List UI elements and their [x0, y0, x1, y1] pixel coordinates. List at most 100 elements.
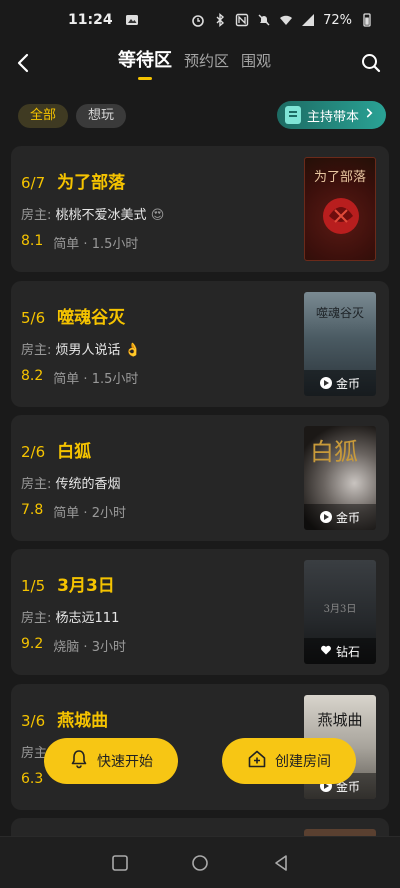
tab-watch[interactable]: 围观: [241, 50, 271, 72]
player-count: 6/7: [21, 174, 46, 192]
player-count: 2/6: [21, 443, 46, 461]
script-cover[interactable]: 白狐 金币: [304, 426, 376, 530]
room-card[interactable]: 6/7 为了部落 房主: 桃桃不爱冰美式 😍 8.1 简单 · 1.5小时 为了…: [11, 146, 389, 272]
quick-start-label: 快速开始: [97, 754, 153, 770]
alarm-icon: [191, 13, 205, 27]
room-card[interactable]: 1/5 3月3日 房主: 杨志远111 9.2 烧脑 · 3小时 3月3日 钻石: [11, 549, 389, 675]
room-card[interactable]: 5/6 噬魂谷灭 房主: 烦男人说话 👌 8.2 简单 · 1.5小时 噬魂谷灭…: [11, 281, 389, 407]
book-icon: [284, 106, 301, 124]
duration: 1.5小时: [91, 237, 139, 252]
script-cover[interactable]: 为了部落: [304, 157, 376, 261]
tab-waiting[interactable]: 等待区: [118, 50, 172, 80]
score: 6.3: [21, 771, 44, 787]
player-count: 3/6: [21, 712, 46, 730]
host-name: 桃桃不爱冰美式: [55, 208, 147, 223]
host-prefix: 房主:: [21, 208, 52, 223]
difficulty: 简单: [53, 506, 80, 521]
difficulty: 简单: [53, 237, 80, 252]
duration: 3小时: [91, 640, 126, 655]
filter-all[interactable]: 全部: [18, 104, 69, 128]
script-meta: 8.2 简单 · 1.5小时: [21, 368, 139, 387]
score: 7.8: [21, 502, 44, 518]
score: 9.2: [21, 636, 44, 652]
recent-apps-icon[interactable]: [110, 853, 130, 873]
create-room-button[interactable]: 创建房间: [222, 738, 356, 784]
home-plus-icon: [247, 749, 267, 773]
room-card[interactable]: [11, 818, 389, 838]
badge-label: 钻石: [335, 644, 360, 659]
create-room-label: 创建房间: [275, 754, 331, 770]
script-name: 燕城曲: [57, 711, 109, 731]
bluetooth-icon: [213, 13, 227, 27]
top-header: 等待区 预约区 围观: [0, 40, 400, 90]
host-name: 传统的香烟: [55, 477, 121, 492]
host-script-label: 主持带本: [306, 109, 359, 125]
quick-start-button[interactable]: 快速开始: [44, 738, 178, 784]
script-meta: 6.3: [21, 771, 43, 787]
duration: 1.5小时: [91, 372, 139, 387]
player-count: 5/6: [21, 309, 46, 327]
host-name: 烦男人说话: [55, 343, 121, 358]
nfc-icon: [235, 13, 249, 27]
host-prefix: 房主:: [21, 477, 52, 492]
chevron-right-icon: [365, 107, 374, 123]
image-notification-icon: [125, 13, 139, 27]
score: 8.2: [21, 368, 44, 384]
status-time: 11:24: [68, 12, 113, 28]
coin-badge: 金币: [304, 370, 376, 396]
battery-icon: [360, 13, 374, 27]
host-line: 房主: 杨志远111: [21, 607, 119, 626]
host-script-button[interactable]: 主持带本: [276, 101, 386, 129]
script-meta: 7.8 简单 · 2小时: [21, 502, 126, 521]
cover-title: 噬魂谷灭: [315, 306, 364, 320]
bell-icon: [69, 749, 89, 773]
script-name: 白狐: [57, 442, 92, 462]
battery-percent: 72%: [323, 12, 352, 28]
cover-title: 燕城曲: [317, 711, 363, 729]
host-prefix: 房主:: [21, 343, 52, 358]
player-count: 1/5: [21, 577, 46, 595]
coin-badge: 金币: [304, 504, 376, 530]
host-emoji: 😍: [150, 208, 165, 223]
signal-icon: [301, 13, 315, 27]
host-name: 杨志远111: [55, 611, 120, 626]
host-line: 房主: 传统的香烟: [21, 473, 121, 492]
script-meta: 9.2 烧脑 · 3小时: [21, 636, 126, 655]
diamond-badge: 钻石: [304, 638, 376, 664]
tab-reserve[interactable]: 预约区: [184, 50, 229, 72]
host-line: 房主: 烦男人说话 👌: [21, 339, 141, 358]
system-nav-bar: [0, 836, 400, 888]
badge-label: 金币: [335, 510, 360, 525]
script-meta: 8.1 简单 · 1.5小时: [21, 233, 139, 252]
status-bar: 11:24 72%: [0, 0, 400, 40]
home-icon[interactable]: [190, 853, 210, 873]
search-icon[interactable]: [360, 52, 382, 74]
host-line: 房主: 桃桃不爱冰美式 😍: [21, 204, 164, 223]
cover-title: 3月3日: [323, 604, 357, 615]
script-cover[interactable]: 噬魂谷灭 金币: [304, 292, 376, 396]
coin-icon: [319, 377, 332, 389]
dragon-emblem-icon: [323, 198, 359, 234]
difficulty: 简单: [53, 372, 80, 387]
coin-icon: [319, 511, 332, 523]
back-icon[interactable]: [14, 52, 34, 74]
badge-label: 金币: [335, 376, 360, 391]
cover-title: 白狐: [310, 438, 358, 466]
filter-chips: 全部 想玩: [18, 104, 127, 128]
back-nav-icon[interactable]: [271, 853, 291, 873]
heart-icon: [320, 644, 332, 659]
duration: 2小时: [91, 506, 126, 521]
score: 8.1: [21, 233, 44, 249]
wifi-icon: [279, 13, 293, 27]
tab-bar: 等待区 预约区 围观: [118, 50, 271, 80]
script-cover[interactable]: 3月3日 钻石: [304, 560, 376, 664]
script-name: 为了部落: [57, 173, 126, 193]
host-prefix: 房主:: [21, 611, 52, 626]
host-emoji: 👌: [124, 343, 141, 358]
script-name: 噬魂谷灭: [57, 308, 126, 328]
mute-icon: [257, 13, 271, 27]
filter-want[interactable]: 想玩: [76, 104, 127, 128]
difficulty: 烧脑: [53, 640, 80, 655]
room-card[interactable]: 2/6 白狐 房主: 传统的香烟 7.8 简单 · 2小时 白狐 金币: [11, 415, 389, 541]
script-name: 3月3日: [57, 576, 115, 596]
